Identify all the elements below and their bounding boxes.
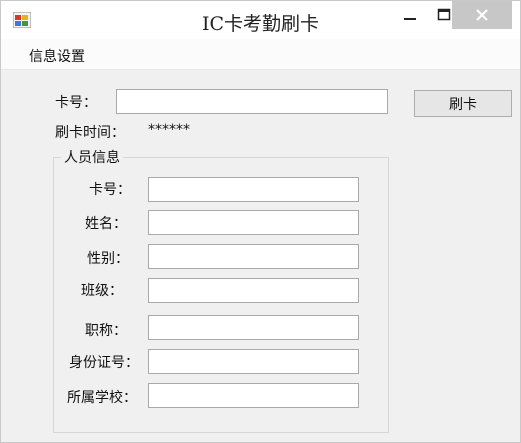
swipe-time-label: 刷卡时间：: [55, 125, 125, 141]
field-label-card-number: 卡号：: [89, 182, 131, 198]
person-card-number-input[interactable]: [148, 177, 359, 202]
close-button[interactable]: [452, 1, 512, 29]
maximize-icon: [437, 8, 451, 21]
menu-bar: 信息设置: [1, 39, 520, 70]
person-info-title: 人员信息: [61, 147, 123, 167]
field-label-name: 姓名：: [85, 216, 127, 232]
close-icon: [476, 9, 488, 21]
card-number-label: 卡号：: [55, 95, 97, 111]
person-gender-input[interactable]: [148, 244, 359, 269]
person-school-input[interactable]: [148, 383, 359, 408]
card-number-input[interactable]: [116, 89, 388, 114]
field-label-class: 班级：: [81, 283, 123, 299]
title-bar[interactable]: IC卡考勤刷卡: [1, 1, 520, 39]
person-title-input[interactable]: [148, 315, 359, 340]
swipe-card-button[interactable]: 刷卡: [414, 90, 512, 117]
person-name-input[interactable]: [148, 210, 359, 235]
field-label-title: 职称：: [85, 323, 127, 339]
minimize-button[interactable]: [393, 1, 427, 29]
field-label-gender: 性别：: [87, 251, 129, 267]
menu-item-info-settings[interactable]: 信息设置: [25, 45, 89, 67]
person-id-number-input[interactable]: [148, 349, 359, 374]
swipe-time-value: ******: [148, 122, 190, 138]
minimize-icon: [404, 18, 416, 20]
app-window: IC卡考勤刷卡 信息设置 卡号： 刷卡 刷卡时间： ****** 人员信息 卡号…: [0, 0, 521, 443]
field-label-school: 所属学校：: [67, 390, 137, 406]
person-class-input[interactable]: [148, 278, 359, 303]
field-label-id-number: 身份证号：: [69, 355, 139, 371]
